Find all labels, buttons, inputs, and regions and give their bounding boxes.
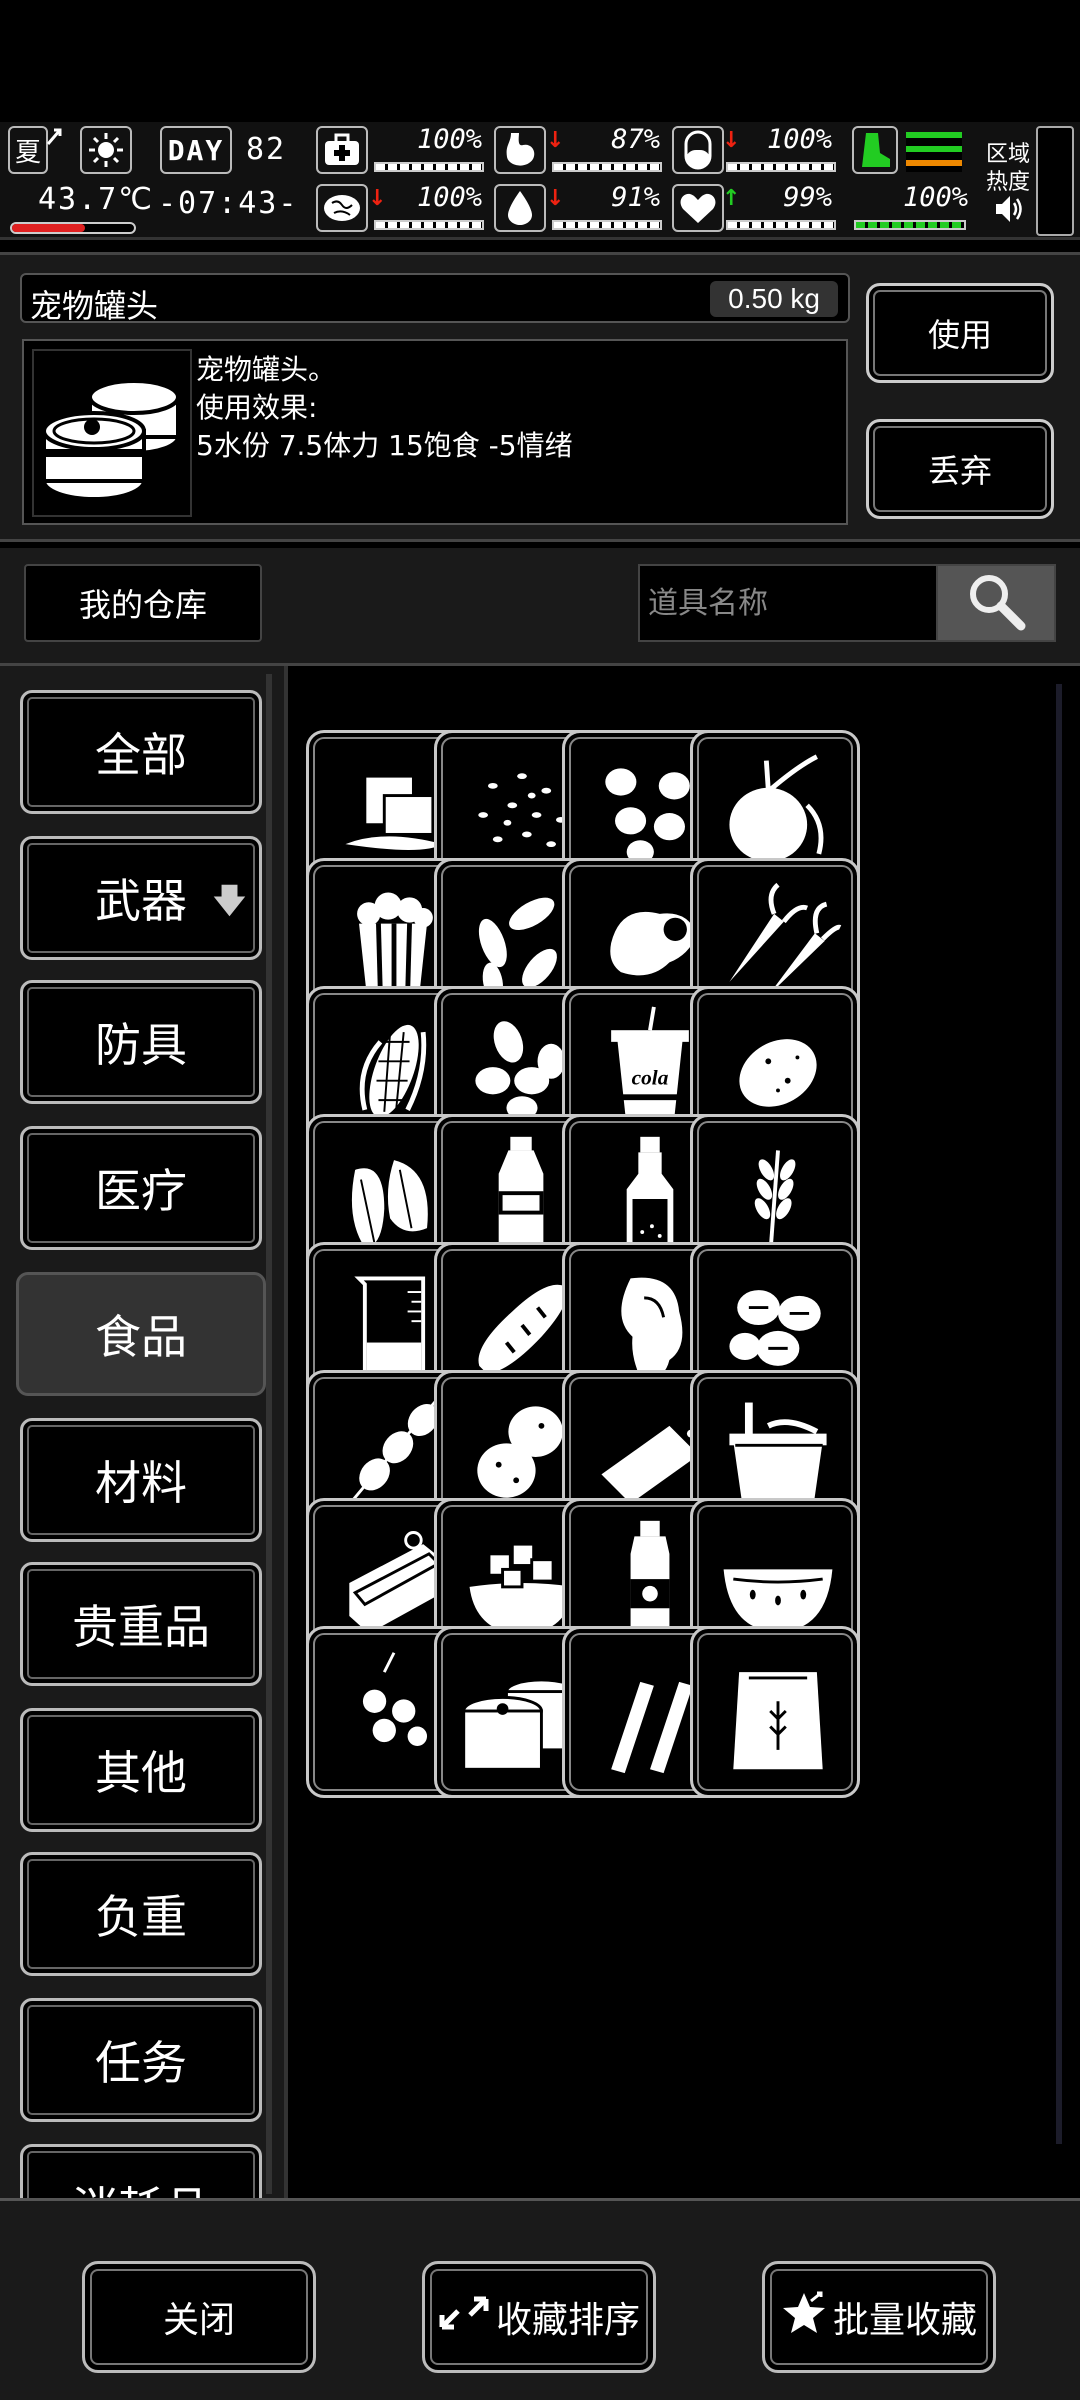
category-label: 医疗 (95, 1164, 187, 1218)
close-button-label: 关闭 (162, 2300, 235, 2341)
item-weight: 0.50 kg (710, 281, 838, 317)
category-materials[interactable]: 材料 (20, 1418, 262, 1542)
search-icon (965, 570, 1027, 636)
season-badge: 夏 (8, 126, 48, 174)
item-name: 宠物罐头 (30, 287, 159, 325)
item-description-box: 宠物罐头。 使用效果: 5水份 7.5体力 15饱食 -5情绪 (22, 339, 848, 525)
down-arrow-icon: 🡇 (212, 881, 247, 921)
heart-value: 99% (783, 182, 832, 213)
use-button-label: 使用 (927, 316, 992, 354)
thirst-bar (552, 220, 662, 230)
stamina-bar (726, 162, 836, 172)
category-label: 全部 (95, 728, 187, 782)
discard-button[interactable]: 丢弃 (866, 419, 1054, 519)
search-button[interactable] (936, 564, 1056, 642)
category-carry[interactable]: 负重 (20, 1852, 262, 1976)
thermometer-bar (10, 222, 136, 234)
item-slot[interactable] (690, 1626, 860, 1798)
category-label: 消耗品 (72, 2173, 210, 2198)
category-label: 武器 (95, 874, 187, 928)
health-bar (374, 162, 484, 172)
stomach-icon (494, 126, 546, 174)
water-drop-icon (494, 184, 546, 232)
category-valuables[interactable]: 贵重品 (20, 1562, 262, 1686)
pet-can-icon (32, 349, 192, 517)
grid-scrollbar[interactable] (1056, 684, 1062, 2144)
category-weapons[interactable]: 武器 🡇 (20, 836, 262, 960)
item-description: 宠物罐头。 使用效果: 5水份 7.5体力 15饱食 -5情绪 (196, 353, 573, 462)
mood-bar (374, 220, 484, 230)
batch-favorite-button[interactable]: 批量收藏 (762, 2261, 996, 2373)
batch-favorite-label: 批量收藏 (832, 2300, 977, 2341)
brain-icon (316, 184, 368, 232)
category-label: 负重 (95, 1890, 187, 1944)
sun-icon (80, 126, 132, 174)
day-number: 82 (246, 132, 287, 167)
use-button[interactable]: 使用 (866, 283, 1054, 383)
stamina-value: 100% (766, 124, 832, 155)
item-detail-panel: 宠物罐头 0.50 kg 宠物罐头。 使用效果: 5水份 7.5体力 15饱食 … (0, 252, 1080, 542)
sort-favorites-button[interactable]: 收藏排序 (422, 2261, 656, 2373)
item-name-bar: 宠物罐头 0.50 kg (20, 273, 850, 325)
weather-arrow-icon (46, 126, 64, 146)
category-all[interactable]: 全部 (20, 690, 262, 814)
foot-icon (852, 126, 898, 174)
bottom-action-bar: 关闭 收藏排序 批量收藏 (0, 2198, 1080, 2400)
category-label: 任务 (95, 2036, 187, 2090)
sort-favorites-label: 收藏排序 (495, 2300, 640, 2341)
sort-arrows-icon (438, 2293, 490, 2342)
discard-button-label: 丢弃 (927, 452, 992, 490)
speaker-icon[interactable] (992, 192, 1026, 226)
category-medical[interactable]: 医疗 (20, 1126, 262, 1250)
warehouse-title: 我的仓库 (24, 564, 262, 642)
item-grid: 31268041474270241063cola4254435829774917… (284, 666, 1080, 2198)
star-icon (781, 2291, 827, 2344)
category-label: 材料 (95, 1456, 187, 1510)
zone-heat-meter (1036, 126, 1074, 236)
sidebar-scrollbar[interactable] (266, 674, 272, 2194)
health-value: 100% (416, 124, 482, 155)
svg-text:cola: cola (632, 1066, 669, 1090)
thirst-value: 91% (611, 182, 660, 213)
day-label: DAY (167, 133, 225, 167)
close-button[interactable]: 关闭 (82, 2261, 316, 2373)
hunger-value: 87% (611, 124, 660, 155)
foot-value: 100% (902, 182, 968, 213)
heart-bar (726, 220, 836, 230)
search-input[interactable] (638, 564, 938, 642)
category-sidebar: 全部 武器 🡇 防具 医疗 食品 材料 贵重品 其他 负重 任务 消耗品 (0, 666, 284, 2198)
hunger-bar (552, 162, 662, 172)
season-label: 夏 (14, 137, 41, 168)
day-badge: DAY (160, 126, 232, 174)
foot-status-stripes (906, 132, 962, 172)
warehouse-header: 我的仓库 (0, 548, 1080, 666)
category-other[interactable]: 其他 (20, 1708, 262, 1832)
category-consumables[interactable]: 消耗品 (20, 2144, 262, 2198)
category-label: 防具 (95, 1018, 187, 1072)
medkit-icon (316, 126, 368, 174)
clock-time: -07:43- (158, 186, 299, 221)
temperature-readout: 43.7℃ (38, 182, 154, 217)
category-food[interactable]: 食品 (16, 1272, 266, 1396)
status-bar: 夏 43.7℃ DAY 82 -07:43- 100% ↓ 87% ↓ 100%… (0, 122, 1080, 240)
category-label: 贵重品 (72, 1600, 210, 1654)
foot-bar (854, 220, 966, 230)
mood-value: 100% (416, 182, 482, 213)
category-label: 食品 (95, 1310, 187, 1364)
category-armor[interactable]: 防具 (20, 980, 262, 1104)
category-quest[interactable]: 任务 (20, 1998, 262, 2122)
category-label: 其他 (95, 1746, 187, 1800)
